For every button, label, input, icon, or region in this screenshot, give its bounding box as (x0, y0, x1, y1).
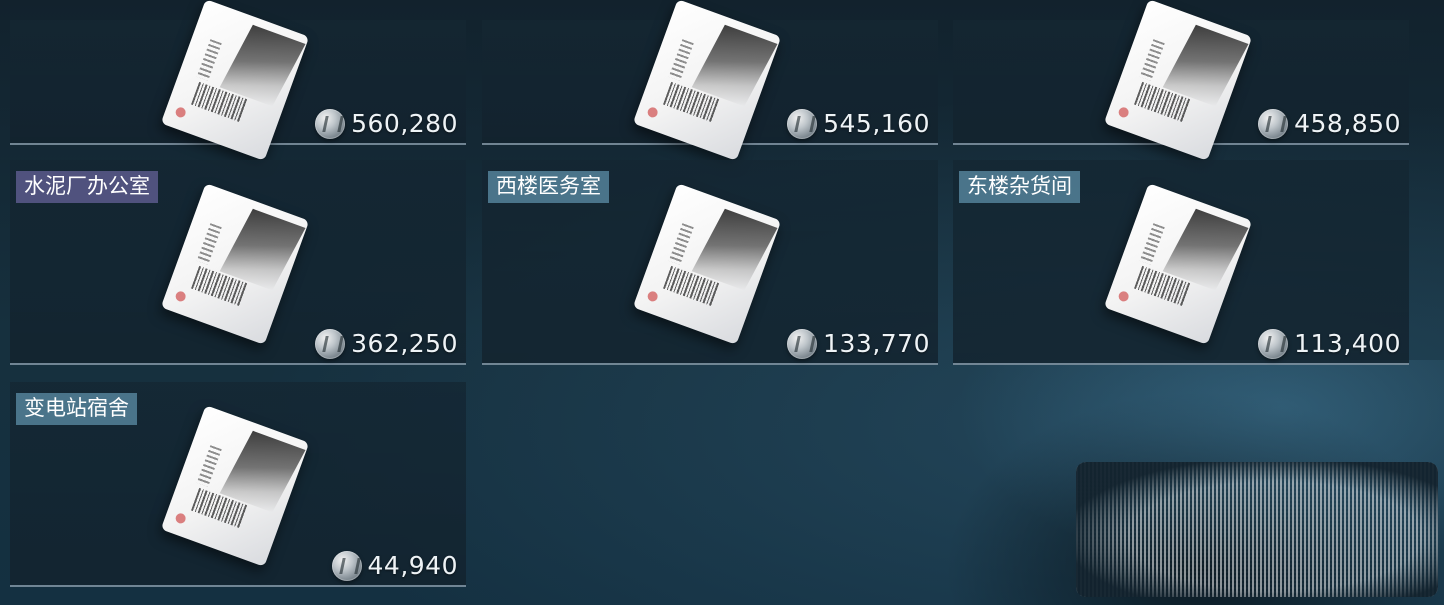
keycard-image (632, 0, 782, 161)
keycard-image (160, 405, 310, 567)
silver-coin-icon (787, 329, 818, 359)
keycard-label: 水泥厂办公室 (16, 171, 158, 203)
keycard-tile-west-building-infirmary[interactable]: 西楼医务室 133,770 (482, 160, 938, 365)
keycard-image (160, 183, 310, 345)
keycard-tile[interactable]: 560,280 (10, 0, 466, 161)
silver-coin-icon (315, 329, 346, 359)
keycard-tile-cement-factory-office[interactable]: 水泥厂办公室 362,250 (10, 160, 466, 365)
keycard-label: 东楼杂货间 (959, 171, 1080, 203)
keycard-tile-east-building-storeroom[interactable]: 东楼杂货间 113,400 (953, 160, 1409, 365)
keycard-label: 西楼医务室 (488, 171, 609, 203)
price: 545,160 (787, 107, 930, 141)
price-value: 113,400 (1294, 329, 1401, 358)
keycard-tile[interactable]: 458,850 (953, 0, 1409, 161)
keycard-tile-substation-dormitory[interactable]: 变电站宿舍 44,940 (10, 382, 466, 587)
silver-coin-icon (331, 551, 362, 581)
keycard-tile[interactable]: 545,160 (482, 0, 938, 161)
price-value: 44,940 (367, 551, 458, 580)
keycard-image (160, 0, 310, 161)
price-value: 560,280 (351, 109, 458, 138)
keycard-image (632, 183, 782, 345)
price: 458,850 (1258, 107, 1401, 141)
price: 133,770 (787, 327, 930, 361)
keycard-image (1103, 183, 1253, 345)
price-value: 362,250 (351, 329, 458, 358)
silver-coin-icon (787, 109, 818, 139)
silver-coin-icon (1258, 109, 1289, 139)
silver-coin-icon (315, 109, 346, 139)
price: 113,400 (1258, 327, 1401, 361)
price-value: 545,160 (823, 109, 930, 138)
price-value: 458,850 (1294, 109, 1401, 138)
price: 44,940 (331, 549, 458, 583)
silver-coin-icon (1258, 329, 1289, 359)
keycard-grid: 560,280 545,160 458,850 水泥厂办公室 362,250 西… (10, 0, 1410, 595)
keycard-label: 变电站宿舍 (16, 393, 137, 425)
price: 362,250 (315, 327, 458, 361)
price-value: 133,770 (823, 329, 930, 358)
keycard-image (1103, 0, 1253, 161)
price: 560,280 (315, 107, 458, 141)
